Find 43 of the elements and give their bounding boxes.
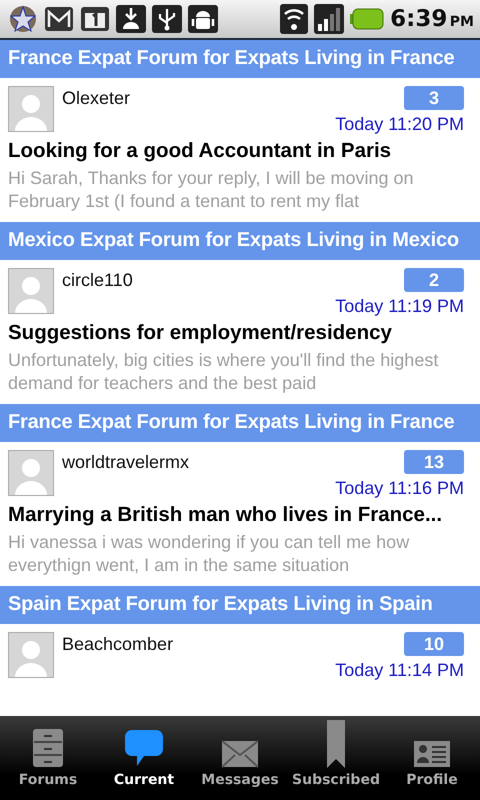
username: Beachcomber: [62, 634, 174, 655]
avatar-icon: [8, 632, 54, 678]
username: circle110: [62, 270, 134, 291]
cabinet-icon: [32, 728, 64, 768]
thread-title[interactable]: Looking for a good Accountant in Paris: [8, 139, 464, 163]
bug-icon: [188, 5, 218, 33]
reply-count: 10: [404, 632, 464, 656]
post-preview: Hi vanessa i was wondering if you can tell me how everythign went, I am in the same situation: [8, 531, 410, 577]
post-time: Today 11:19 PM: [335, 296, 464, 317]
nav-tab[interactable]: Current: [96, 716, 192, 800]
nav-tab[interactable]: Forums: [0, 716, 96, 800]
thread-title[interactable]: Marrying a British man who lives in France...: [8, 503, 464, 527]
envelope-icon: [221, 740, 259, 768]
thread-title[interactable]: Suggestions for employment/residency: [8, 321, 464, 345]
mail-icon: [44, 6, 74, 32]
username: worldtravelermx: [62, 452, 190, 473]
wifi-icon: [280, 4, 308, 34]
post-time: Today 11:20 PM: [335, 114, 464, 135]
nav-tab[interactable]: Subscribed: [288, 716, 384, 800]
post-preview: Unfortunately, big cities is where you'll find the highest demand for teachers and the best paid: [8, 349, 440, 395]
post-time: Today 11:14 PM: [335, 660, 464, 681]
reply-count: 2: [404, 268, 464, 292]
username: Olexeter: [62, 88, 132, 109]
avatar-icon: [8, 86, 54, 132]
reply-count: 13: [404, 450, 464, 474]
id-card-icon: [413, 740, 451, 768]
bookmark-icon: [326, 720, 346, 768]
speech-bubble-icon: [124, 728, 164, 768]
calendar-icon: [80, 6, 110, 32]
download-icon: [116, 5, 146, 33]
avatar-icon: [8, 268, 54, 314]
reply-count: 3: [404, 86, 464, 110]
signal-icon: [314, 4, 344, 34]
nav-tab[interactable]: Messages: [192, 716, 288, 800]
post-preview: Hi Sarah, Thanks for your reply, I will be moving on February 1st (I found a tenant to rent my flat: [8, 167, 415, 213]
clock-time: 6:39: [390, 6, 448, 32]
avatar-icon: [8, 450, 54, 496]
battery-icon: [350, 8, 384, 30]
nav-tab[interactable]: Profile: [384, 716, 480, 800]
post-time: Today 11:16 PM: [335, 478, 464, 499]
star-globe-icon: [8, 4, 38, 34]
usb-icon: [152, 5, 182, 33]
clock-meridiem: PM: [450, 14, 474, 30]
